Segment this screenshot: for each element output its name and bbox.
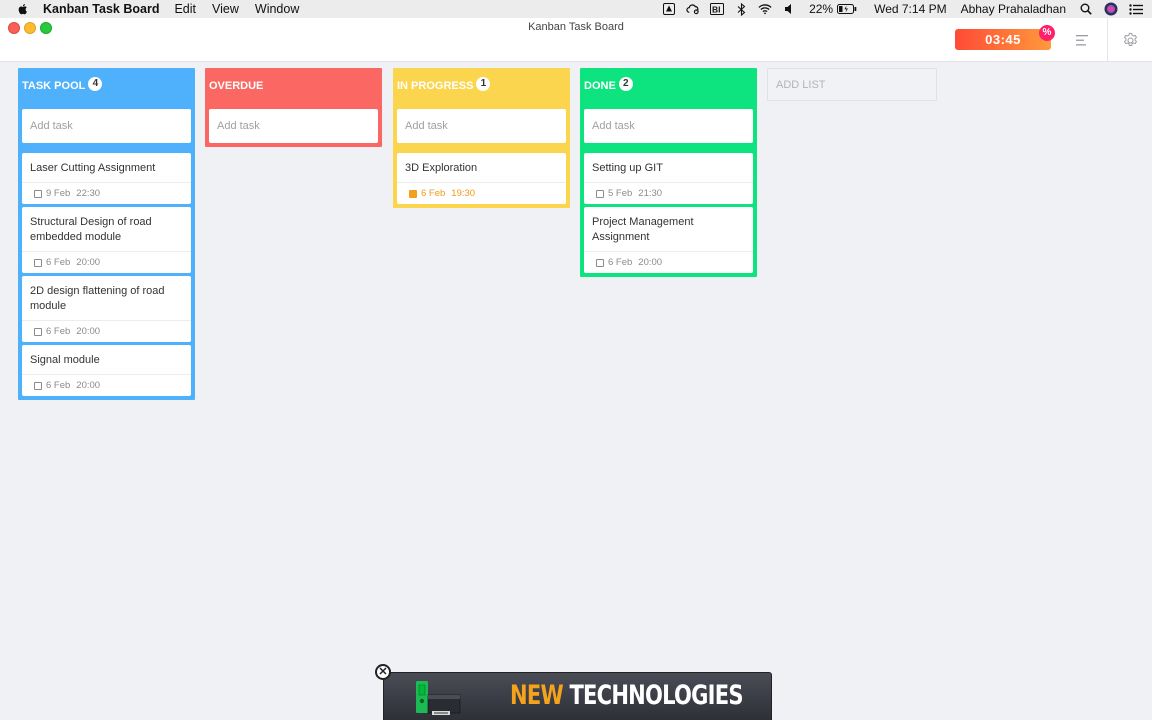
add-list-button[interactable]: ADD LIST bbox=[767, 68, 937, 101]
search-icon[interactable] bbox=[1079, 3, 1093, 16]
task-card[interactable]: Laser Cutting Assignment 9 Feb 22:30 bbox=[22, 153, 191, 204]
task-date: 5 Feb bbox=[608, 188, 633, 199]
siri-icon[interactable] bbox=[1104, 2, 1118, 16]
menu-app-name[interactable]: Kanban Task Board bbox=[43, 2, 159, 16]
list-title: IN PROGRESS bbox=[397, 80, 474, 92]
task-date: 6 Feb bbox=[421, 188, 446, 199]
list-count-badge: 1 bbox=[476, 77, 491, 91]
task-due: 6 Feb 20:00 bbox=[22, 374, 191, 396]
volume-icon[interactable] bbox=[782, 3, 796, 16]
task-card[interactable]: 2D design flattening of road module 6 Fe… bbox=[22, 276, 191, 342]
task-title: Project Management Assignment bbox=[592, 216, 694, 243]
status-area: BI 22% Wed 7:14 PM Abhay Prahaladhan bbox=[652, 0, 1152, 18]
task-card[interactable]: Setting up GIT 5 Feb 21:30 bbox=[584, 153, 753, 204]
svg-text:BI: BI bbox=[712, 5, 721, 15]
ad-banner[interactable]: NEW TECHNOLOGIES bbox=[383, 672, 772, 720]
task-card[interactable]: Signal module 6 Feb 20:00 bbox=[22, 345, 191, 396]
task-title: Structural Design of road embedded modul… bbox=[30, 216, 152, 243]
task-date: 6 Feb bbox=[46, 326, 71, 337]
menu-edit[interactable]: Edit bbox=[174, 2, 196, 16]
task-time: 20:00 bbox=[76, 326, 101, 337]
cloud-sync-icon[interactable] bbox=[686, 3, 700, 16]
list-overdue: OVERDUE bbox=[205, 68, 382, 147]
menubar-user[interactable]: Abhay Prahaladhan bbox=[961, 2, 1066, 16]
device-graphic-icon bbox=[416, 681, 461, 715]
list-title: OVERDUE bbox=[209, 80, 264, 92]
list-done: DONE 2 Setting up GIT 5 Feb 21:30 Projec… bbox=[580, 68, 757, 277]
bluetooth-icon[interactable] bbox=[734, 2, 748, 16]
list-title: DONE bbox=[584, 80, 616, 92]
list-in-progress: IN PROGRESS 1 3D Exploration 6 Feb 19:30 bbox=[393, 68, 570, 208]
task-time: 21:30 bbox=[638, 188, 663, 199]
add-task-input[interactable] bbox=[397, 109, 566, 143]
task-date: 6 Feb bbox=[46, 380, 71, 391]
list-count-badge: 2 bbox=[618, 77, 633, 91]
task-card[interactable]: Project Management Assignment 6 Feb 20:0… bbox=[584, 207, 753, 273]
task-time: 19:30 bbox=[451, 188, 476, 199]
task-date: 9 Feb bbox=[46, 188, 71, 199]
calendar-icon bbox=[596, 258, 604, 267]
battery-icon[interactable] bbox=[837, 3, 857, 16]
ad-headline-accent: NEW bbox=[510, 680, 564, 711]
task-time: 20:00 bbox=[76, 257, 101, 268]
task-title: Setting up GIT bbox=[592, 162, 663, 174]
bi-icon[interactable]: BI bbox=[710, 3, 725, 16]
toolbar-divider bbox=[1107, 18, 1108, 62]
menu-bar: Kanban Task Board Edit View Window BI 22… bbox=[0, 0, 1152, 18]
list-header[interactable]: OVERDUE bbox=[209, 68, 378, 104]
calendar-icon bbox=[596, 189, 604, 198]
list-title: TASK POOL bbox=[22, 80, 86, 92]
task-date: 6 Feb bbox=[608, 257, 633, 268]
list-header[interactable]: DONE 2 bbox=[584, 68, 753, 104]
battery-percent: 22% bbox=[809, 2, 834, 16]
list-header[interactable]: IN PROGRESS 1 bbox=[397, 68, 566, 104]
notification-center-icon[interactable] bbox=[1129, 3, 1143, 16]
task-title: Signal module bbox=[30, 354, 100, 366]
list-task-pool: TASK POOL 4 Laser Cutting Assignment 9 F… bbox=[18, 68, 195, 400]
pomodoro-timer[interactable]: 03:45 bbox=[955, 29, 1051, 50]
add-task-input[interactable] bbox=[22, 109, 191, 143]
timer-badge[interactable]: % bbox=[1039, 25, 1055, 41]
task-title: Laser Cutting Assignment bbox=[30, 162, 156, 174]
task-due: 6 Feb 20:00 bbox=[22, 251, 191, 273]
task-card[interactable]: Structural Design of road embedded modul… bbox=[22, 207, 191, 273]
task-time: 22:30 bbox=[76, 188, 101, 199]
calendar-icon bbox=[34, 327, 42, 336]
task-due: 6 Feb 19:30 bbox=[397, 182, 566, 204]
task-title: 3D Exploration bbox=[405, 162, 478, 174]
add-task-input[interactable] bbox=[209, 109, 378, 143]
add-task-input[interactable] bbox=[584, 109, 753, 143]
task-card[interactable]: 3D Exploration 6 Feb 19:30 bbox=[397, 153, 566, 204]
list-count-badge: 4 bbox=[88, 77, 103, 91]
task-title: 2D design flattening of road module bbox=[30, 285, 165, 312]
ad-headline-rest: TECHNOLOGIES bbox=[562, 680, 743, 711]
calendar-icon bbox=[34, 381, 42, 390]
hamburger-menu-icon[interactable] bbox=[1072, 31, 1092, 49]
task-due: 6 Feb 20:00 bbox=[584, 251, 753, 273]
menu-window[interactable]: Window bbox=[255, 2, 299, 16]
drive-icon[interactable] bbox=[662, 3, 676, 16]
menubar-clock[interactable]: Wed 7:14 PM bbox=[874, 2, 946, 16]
calendar-icon bbox=[34, 189, 42, 198]
menu-view[interactable]: View bbox=[212, 2, 239, 16]
list-header[interactable]: TASK POOL 4 bbox=[22, 68, 191, 104]
task-due: 5 Feb 21:30 bbox=[584, 182, 753, 204]
close-ad-button[interactable]: ✕ bbox=[375, 664, 391, 680]
window-titlebar: Kanban Task Board 03:45 % bbox=[0, 18, 1152, 62]
task-date: 6 Feb bbox=[46, 257, 71, 268]
task-due: 6 Feb 20:00 bbox=[22, 320, 191, 342]
apple-icon[interactable] bbox=[16, 2, 30, 16]
task-time: 20:00 bbox=[76, 380, 101, 391]
task-time: 20:00 bbox=[638, 257, 663, 268]
ad-headline: NEW TECHNOLOGIES bbox=[510, 680, 743, 711]
calendar-icon bbox=[409, 189, 417, 198]
wifi-icon[interactable] bbox=[758, 3, 772, 16]
gear-icon[interactable] bbox=[1120, 30, 1140, 50]
task-due: 9 Feb 22:30 bbox=[22, 182, 191, 204]
calendar-icon bbox=[34, 258, 42, 267]
